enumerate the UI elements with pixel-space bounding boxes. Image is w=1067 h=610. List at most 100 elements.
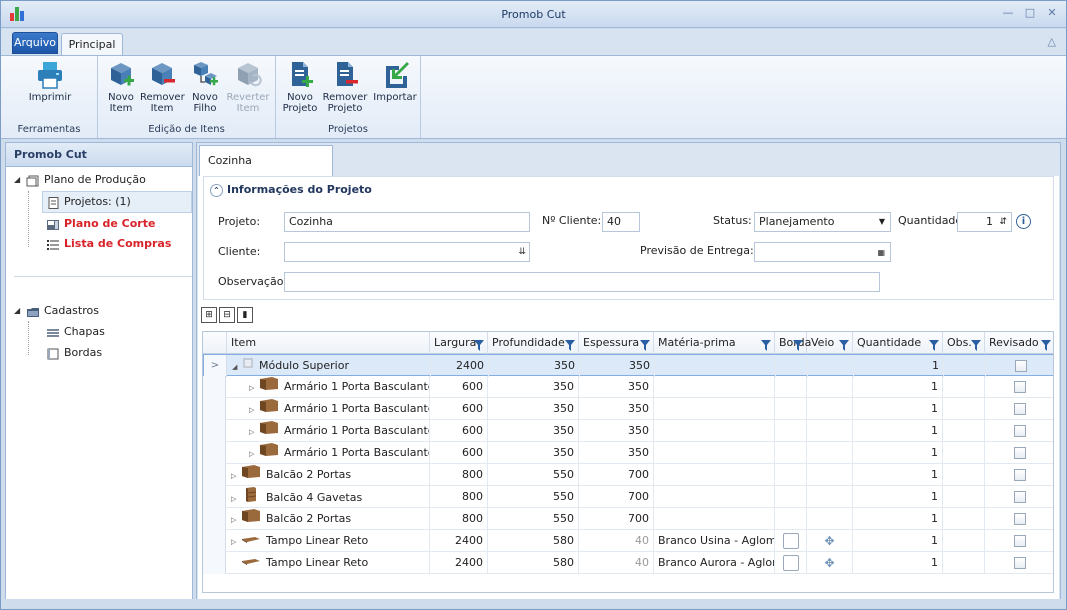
cell-obs[interactable] [943,376,985,398]
remover-item-button[interactable]: Remover Item [140,60,185,114]
cell-item[interactable]: ◢ Módulo Superior [228,355,431,377]
cell-largura[interactable]: 800 [430,464,488,486]
cell-espessura[interactable]: 350 [579,442,654,464]
cell-largura[interactable]: 2400 [430,552,488,574]
cell-veio[interactable] [807,398,853,420]
cell-materia[interactable]: Branco Aurora - Aglom [654,552,775,574]
revisado-checkbox[interactable] [1013,557,1026,569]
column-header-revisado[interactable]: Revisado [985,332,1053,354]
cell-quantidade[interactable]: 1 [853,508,943,530]
cell-obs[interactable] [943,486,985,508]
tree-projetos-label[interactable]: Projetos: (1) [46,192,131,212]
grain-direction-icon[interactable]: ✥ [807,552,852,574]
expand-arrow-icon[interactable]: ▷ [249,443,259,464]
column-header-profundidade[interactable]: Profundidade [488,332,579,354]
cell-obs[interactable] [943,530,985,552]
cell-borda[interactable] [775,508,807,530]
filter-icon[interactable] [474,337,484,351]
column-header-item[interactable]: Item [227,332,430,354]
cell-quantidade[interactable]: 1 [853,486,943,508]
row-indicator[interactable] [203,442,226,464]
table-row[interactable]: ▷ Balcão 2 Portas 800 550 700 1 [203,464,1053,486]
tab-principal[interactable]: Principal [61,33,123,56]
cell-profundidade[interactable]: 550 [488,486,579,508]
doc-tab-cozinha[interactable]: Cozinha [199,145,333,177]
cell-borda[interactable] [775,530,807,552]
spin-arrows-icon[interactable]: ⇵ [999,213,1007,231]
row-indicator[interactable] [203,508,226,530]
column-header-espessura[interactable]: Espessura [579,332,654,354]
expand-arrow-icon[interactable]: ▷ [249,399,259,420]
revisado-checkbox[interactable] [1013,513,1026,525]
cell-veio[interactable]: ✥ [807,530,853,552]
cell-revisado[interactable] [985,552,1053,574]
collapse-icon[interactable]: ⌃ [210,183,223,197]
cell-revisado[interactable] [985,486,1053,508]
cell-profundidade[interactable]: 580 [488,552,579,574]
cell-largura[interactable]: 800 [430,486,488,508]
cell-largura[interactable]: 800 [430,508,488,530]
cell-espessura[interactable]: 350 [580,355,655,377]
cell-revisado[interactable] [985,376,1053,398]
revisado-checkbox[interactable] [1013,403,1026,415]
cell-espessura[interactable]: 350 [579,398,654,420]
table-row[interactable]: ▷ Armário 1 Porta Basculante 600 350 350 1 [203,420,1053,442]
tree-plano-producao[interactable]: Plano de Produção [26,170,146,190]
cell-espessura[interactable]: 700 [579,508,654,530]
cell-revisado[interactable] [985,420,1053,442]
cell-materia[interactable] [654,442,775,464]
expand-arrow-icon[interactable]: ▷ [249,377,259,398]
cell-borda[interactable] [776,355,808,377]
tree-chapas[interactable]: Chapas [46,322,105,342]
cell-item[interactable]: ▷ Armário 1 Porta Basculante [227,442,430,464]
cell-quantidade[interactable]: 1 [853,530,943,552]
row-indicator[interactable]: > [204,355,227,377]
cell-materia[interactable] [655,355,776,377]
cell-revisado[interactable] [985,398,1053,420]
cell-materia[interactable] [654,508,775,530]
tree-plano-corte[interactable]: Plano de Corte [46,214,155,234]
table-row[interactable]: ▷ Tampo Linear Reto 2400 580 40 Branco Usina … [203,530,1053,552]
cell-veio[interactable] [807,420,853,442]
cell-obs[interactable] [943,464,985,486]
cell-item[interactable]: ▷ Armário 1 Porta Basculante [227,376,430,398]
revisado-checkbox[interactable] [1013,535,1026,547]
quantidade-stepper[interactable]: 1 ⇵ [957,212,1012,232]
table-row[interactable]: ▷ Balcão 2 Portas 800 550 700 1 [203,508,1053,530]
table-row[interactable]: ▷ Armário 1 Porta Basculante 600 350 350 1 [203,376,1053,398]
column-header-veio[interactable]: Veio [807,332,853,354]
tree-lista-compras[interactable]: Lista de Compras [46,234,171,254]
table-row[interactable]: Tampo Linear Reto 2400 580 40 Branco Aurora … [203,552,1053,574]
filter-icon[interactable] [640,337,650,351]
minimize-icon[interactable]: — [1000,5,1016,21]
row-indicator[interactable] [203,376,226,398]
cell-obs[interactable] [943,508,985,530]
cell-largura[interactable]: 2400 [430,530,488,552]
revisado-checkbox[interactable] [1013,381,1026,393]
cell-profundidade[interactable]: 350 [488,376,579,398]
revisado-checkbox[interactable] [1013,469,1026,481]
cell-quantidade[interactable]: 1 [853,552,943,574]
observacao-input[interactable] [284,272,880,292]
row-indicator[interactable] [203,486,226,508]
cell-borda[interactable] [775,398,807,420]
cell-revisado[interactable] [985,442,1053,464]
cell-obs[interactable] [943,442,985,464]
tree-cadastros[interactable]: Cadastros [26,301,99,321]
cell-item[interactable]: ▷ Balcão 4 Gavetas [227,486,430,508]
cell-largura[interactable]: 600 [430,420,488,442]
cell-profundidade[interactable]: 350 [488,442,579,464]
cell-materia[interactable] [654,486,775,508]
cell-revisado[interactable] [985,530,1053,552]
cliente-input[interactable]: ⇊ [284,242,530,262]
projeto-input[interactable]: Cozinha [284,212,530,232]
status-select[interactable]: Planejamento ▼ [754,212,891,232]
cell-item[interactable]: ▷ Armário 1 Porta Basculante [227,398,430,420]
expand-arrow-icon[interactable]: ▷ [231,465,241,486]
ncliente-input[interactable]: 40 [602,212,640,232]
novo-projeto-button[interactable]: Novo Projeto [280,60,320,114]
cell-profundidade[interactable]: 350 [488,398,579,420]
cell-veio[interactable] [807,508,853,530]
expand-all-icon[interactable]: ⊞ [201,307,217,323]
cell-profundidade[interactable]: 550 [488,464,579,486]
